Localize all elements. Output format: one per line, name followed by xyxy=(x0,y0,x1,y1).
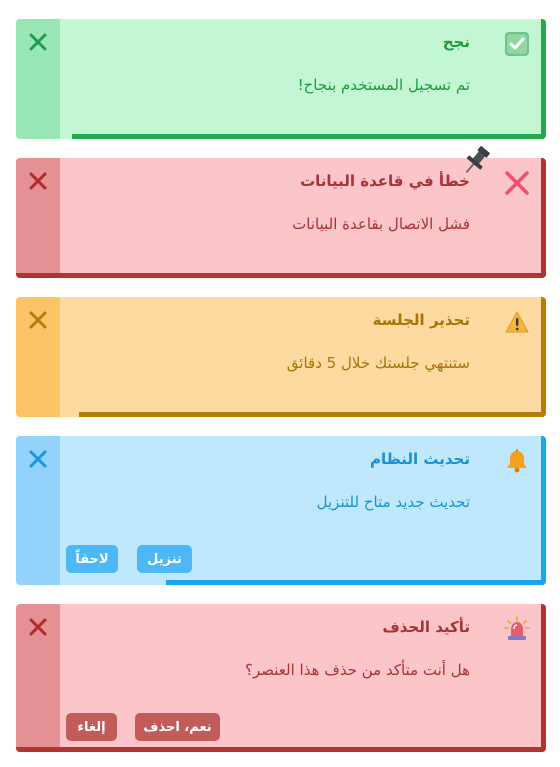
toast-title: تحذير الجلسة xyxy=(372,311,470,329)
toast-info: تحديث النظام تحديث جديد متاح للتنزيل تنز… xyxy=(16,436,546,585)
toast-message: تحديث جديد متاح للتنزيل xyxy=(316,493,470,511)
progress-bar xyxy=(16,747,546,752)
toast-message: هل أنت متأكد من حذف هذا العنصر؟ xyxy=(245,661,470,679)
accent-edge xyxy=(541,19,546,139)
progress-bar xyxy=(166,580,546,585)
toast-title: خطأ في قاعدة البيانات xyxy=(300,172,470,190)
pushpin-icon[interactable] xyxy=(458,143,494,179)
toast-message: ستنتهي جلستك خلال 5 دقائق xyxy=(286,354,470,372)
toast-title: تحديث النظام xyxy=(370,450,470,468)
toast-message: تم تسجيل المستخدم بنجاح! xyxy=(297,76,470,94)
download-button[interactable]: تنزيل xyxy=(137,545,192,573)
close-icon[interactable] xyxy=(26,308,50,332)
accent-edge xyxy=(541,297,546,417)
accent-edge xyxy=(541,436,546,585)
bell-icon xyxy=(504,448,530,474)
close-icon[interactable] xyxy=(26,615,50,639)
progress-bar xyxy=(72,134,546,139)
close-icon[interactable] xyxy=(26,447,50,471)
cross-mark-icon xyxy=(504,170,530,196)
later-button[interactable]: لاحقاً xyxy=(66,545,118,573)
toast-title: تأكيد الحذف xyxy=(382,618,470,636)
cancel-button[interactable]: إلغاء xyxy=(66,713,117,741)
siren-icon xyxy=(504,616,530,642)
progress-bar xyxy=(79,412,546,417)
close-icon[interactable] xyxy=(26,30,50,54)
toast-message: فشل الاتصال بقاعدة البيانات xyxy=(292,215,470,233)
close-icon[interactable] xyxy=(26,169,50,193)
checkmark-icon xyxy=(504,31,530,57)
toast-warning: تحذير الجلسة ستنتهي جلستك خلال 5 دقائق xyxy=(16,297,546,417)
accent-edge xyxy=(541,604,546,752)
toast-success: نجح تم تسجيل المستخدم بنجاح! xyxy=(16,19,546,139)
progress-bar xyxy=(16,273,546,278)
toast-confirm-delete: تأكيد الحذف هل أنت متأكد من حذف هذا العن… xyxy=(16,604,546,752)
confirm-delete-button[interactable]: نعم، احذف xyxy=(135,713,220,741)
warning-icon xyxy=(504,309,530,335)
accent-edge xyxy=(541,158,546,278)
toast-title: نجح xyxy=(442,33,470,51)
